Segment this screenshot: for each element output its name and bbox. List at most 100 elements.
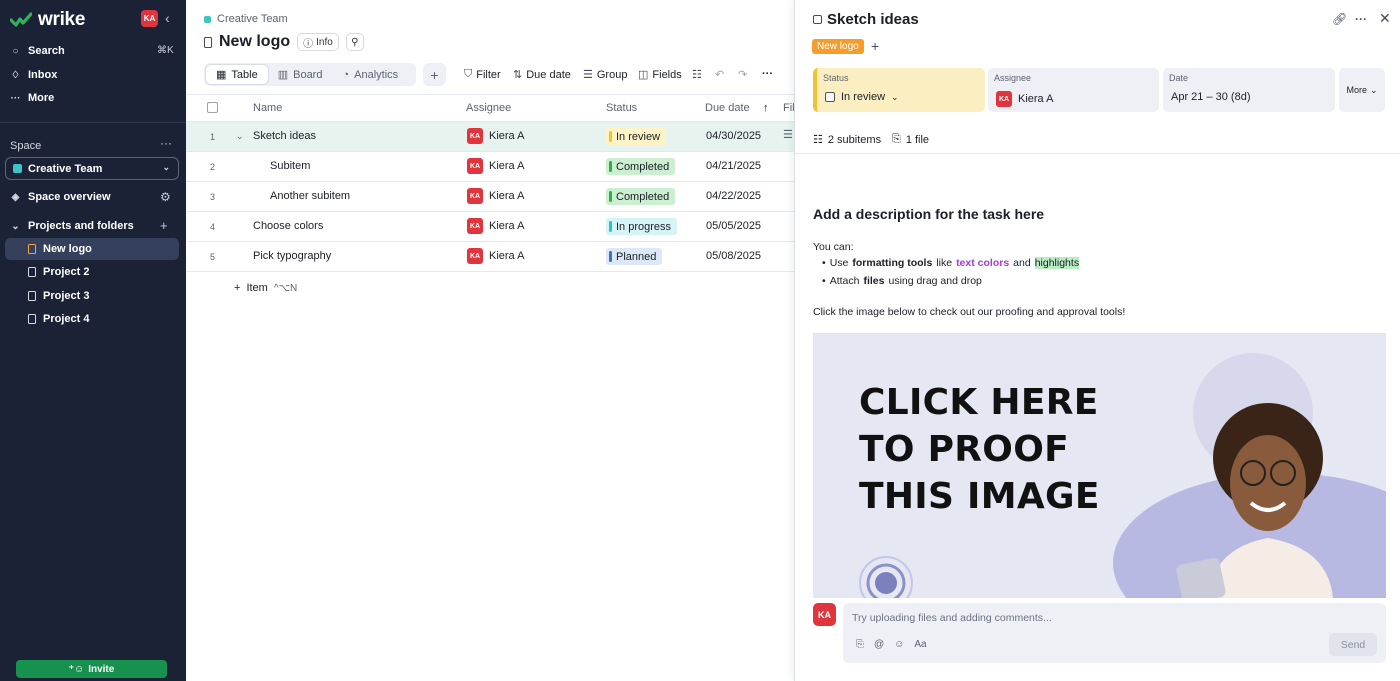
add-item-button[interactable]: + Item ^⌥N xyxy=(234,282,297,294)
subitems-link[interactable]: ☷ 2 subitems xyxy=(813,133,881,147)
subitems-toggle-icon[interactable]: ☷ xyxy=(692,68,702,81)
file-icon[interactable]: ☰ xyxy=(783,128,793,141)
tab-analytics[interactable]: ◔ Analytics xyxy=(332,65,408,84)
gear-icon[interactable]: ⚙ xyxy=(160,190,171,204)
subitems-icon: ☷ xyxy=(813,134,823,146)
sort-due-date-button[interactable]: ⇅ Due date xyxy=(513,68,571,82)
sort-ascending-icon[interactable]: ↑ xyxy=(763,102,769,114)
assignee-cell[interactable]: KA Kiera A xyxy=(467,128,524,144)
fields-button[interactable]: ◫ Fields xyxy=(638,68,682,82)
space-selector[interactable]: Creative Team ⌄ xyxy=(5,157,179,180)
column-name[interactable]: Name xyxy=(253,102,282,114)
user-avatar[interactable]: KA xyxy=(141,10,158,27)
more-fields-button[interactable]: More ⌄ xyxy=(1339,68,1385,112)
wrike-logo[interactable]: wrike xyxy=(10,9,85,31)
group-button[interactable]: ☰ Group xyxy=(583,68,627,82)
sidebar-item-project-4[interactable]: Project 4 xyxy=(5,308,179,330)
task-name[interactable]: Subitem xyxy=(270,160,310,172)
assignee-cell[interactable]: KA Kiera A xyxy=(467,218,524,234)
status-badge[interactable]: In progress xyxy=(606,218,678,235)
add-view-button[interactable]: + xyxy=(423,63,446,86)
status-badge[interactable]: Planned xyxy=(606,248,663,265)
text-format-icon[interactable]: Aa xyxy=(914,639,926,650)
more-icon[interactable]: ··· xyxy=(762,68,773,80)
files-label: 1 file xyxy=(905,133,930,146)
table-row[interactable]: 5 Pick typography KA Kiera A Planned 05/08/20… xyxy=(186,242,794,272)
task-name[interactable]: Sketch ideas xyxy=(253,130,316,142)
assignee-name: Kiera A xyxy=(1018,93,1054,105)
mention-icon[interactable]: @ xyxy=(874,639,884,650)
select-all-checkbox[interactable] xyxy=(207,102,218,113)
date-value[interactable]: Apr 21 – 30 (8d) xyxy=(1171,91,1251,103)
column-assignee[interactable]: Assignee xyxy=(466,102,511,114)
due-date[interactable]: 04/22/2025 xyxy=(706,190,761,202)
invite-button[interactable]: ⁺☺ Invite xyxy=(16,660,167,678)
task-title[interactable]: Sketch ideas xyxy=(813,11,919,28)
status-field[interactable]: Status In review ⌄ xyxy=(813,68,985,112)
status-badge[interactable]: Completed xyxy=(606,188,676,205)
assignee-cell[interactable]: KA Kiera A xyxy=(467,248,524,264)
proofing-image[interactable]: CLICK HERE TO PROOF THIS IMAGE xyxy=(813,333,1386,598)
project-tag[interactable]: New logo xyxy=(812,39,864,54)
projects-folders-header[interactable]: ⌄ Projects and folders xyxy=(10,220,133,232)
sidebar-item-project-2[interactable]: Project 2 xyxy=(5,261,179,283)
row-number: 4 xyxy=(210,222,216,232)
comment-input[interactable]: Try uploading files and adding comments.… xyxy=(843,603,1386,663)
column-due-date[interactable]: Due date xyxy=(705,102,750,114)
assignee-cell[interactable]: KA Kiera A xyxy=(467,158,524,174)
assignee-name: Kiera A xyxy=(489,130,525,142)
more-icon[interactable]: ··· xyxy=(1355,12,1367,26)
status-badge[interactable]: Completed xyxy=(606,158,676,175)
assignee-field[interactable]: Assignee KA Kiera A xyxy=(988,68,1159,112)
task-detail-panel: Sketch ideas 🔗︎ ··· ✕ New logo + Status … xyxy=(794,0,1400,681)
info-button[interactable]: ⓘ Info xyxy=(297,33,339,51)
column-status[interactable]: Status xyxy=(606,102,637,114)
status-badge[interactable]: In review xyxy=(606,128,667,145)
collapse-sidebar-icon[interactable]: ‹ xyxy=(165,10,170,26)
space-options-icon[interactable]: ··· xyxy=(160,136,172,150)
attach-icon[interactable]: ⎘ xyxy=(856,639,864,650)
nav-more[interactable]: ··· More xyxy=(10,92,55,104)
table-row[interactable]: 4 Choose colors KA Kiera A In progress 05/05/… xyxy=(186,212,794,242)
tab-label: Table xyxy=(231,68,258,81)
due-date[interactable]: 04/21/2025 xyxy=(706,160,761,172)
undo-icon[interactable]: ↶ xyxy=(715,68,724,81)
add-project-icon[interactable]: + xyxy=(160,218,168,233)
assignee-value[interactable]: KA Kiera A xyxy=(996,91,1053,107)
column-files[interactable]: Fil xyxy=(783,102,795,114)
status-value[interactable]: In review ⌄ xyxy=(825,91,899,103)
info-icon: ⓘ xyxy=(303,38,314,50)
chevron-down-icon[interactable]: ⌄ xyxy=(236,131,244,142)
due-date[interactable]: 04/30/2025 xyxy=(706,130,761,142)
emoji-icon[interactable]: ☺ xyxy=(894,639,904,650)
task-name[interactable]: Choose colors xyxy=(253,220,323,232)
due-date[interactable]: 05/08/2025 xyxy=(706,250,761,262)
send-button[interactable]: Send xyxy=(1329,633,1377,656)
tab-table[interactable]: ▦ Table xyxy=(206,65,268,84)
space-overview[interactable]: ◈ Space overview xyxy=(10,191,111,203)
sidebar-item-new-logo[interactable]: New logo xyxy=(5,238,179,260)
close-icon[interactable]: ✕ xyxy=(1379,10,1391,27)
add-tag-icon[interactable]: + xyxy=(871,38,879,54)
task-name[interactable]: Another subitem xyxy=(270,190,350,202)
link-icon[interactable]: 🔗︎ xyxy=(1332,12,1347,26)
breadcrumb[interactable]: Creative Team xyxy=(204,13,288,25)
tab-board[interactable]: ▥ Board xyxy=(268,65,333,84)
files-link[interactable]: ⎘ 1 file xyxy=(892,133,929,146)
table-row[interactable]: 3 Another subitem KA Kiera A Completed 04/22/… xyxy=(186,182,794,212)
due-date[interactable]: 05/05/2025 xyxy=(706,220,761,232)
description-heading[interactable]: Add a description for the task here xyxy=(813,206,1044,222)
nav-search[interactable]: ○ Search xyxy=(10,45,64,57)
assignee-cell[interactable]: KA Kiera A xyxy=(467,188,524,204)
table-row[interactable]: 2 Subitem KA Kiera A Completed 04/21/2025 xyxy=(186,152,794,182)
date-field[interactable]: Date Apr 21 – 30 (8d) xyxy=(1163,68,1335,112)
redo-icon[interactable]: ↷ xyxy=(738,68,747,81)
page-title[interactable]: New logo xyxy=(219,33,290,51)
pin-button[interactable]: ⚲ xyxy=(345,33,364,51)
nav-inbox[interactable]: ♢ Inbox xyxy=(10,69,57,81)
status-checkbox[interactable] xyxy=(825,92,835,102)
filter-button[interactable]: ⛉ Filter xyxy=(464,68,501,81)
table-row[interactable]: 1 ⌄ Sketch ideas KA Kiera A In review 04/30/20… xyxy=(186,122,794,152)
sidebar-item-project-3[interactable]: Project 3 xyxy=(5,285,179,307)
task-name[interactable]: Pick typography xyxy=(253,250,331,262)
